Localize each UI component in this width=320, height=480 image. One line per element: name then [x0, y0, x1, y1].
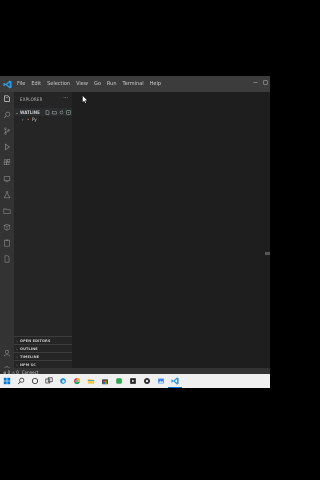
edge-icon[interactable] — [56, 374, 70, 388]
section-npm-scripts[interactable]: › NPM SC — [14, 360, 72, 368]
package-icon[interactable] — [0, 220, 14, 234]
account-icon[interactable] — [0, 346, 14, 360]
file-explorer-icon[interactable] — [84, 374, 98, 388]
cortana-icon[interactable] — [28, 374, 42, 388]
windows-start-icon[interactable] — [0, 374, 14, 388]
vscode-window: File Edit Selection View Go Run Terminal… — [0, 76, 270, 388]
maximize-icon[interactable] — [260, 76, 270, 92]
activity-bar — [0, 92, 14, 384]
section-label: TIMELINE — [20, 354, 40, 359]
menubar: File Edit Selection View Go Run Terminal… — [0, 76, 270, 92]
refresh-icon[interactable] — [58, 109, 64, 115]
minimize-icon[interactable] — [250, 76, 260, 92]
workspace-folder[interactable]: ⌄ WATLINE — [14, 108, 72, 116]
menu-go[interactable]: Go — [91, 76, 104, 92]
section-label: OPEN EDITORS — [20, 338, 51, 343]
section-outline[interactable]: › OUTLINE — [14, 344, 72, 352]
menu-selection[interactable]: Selection — [44, 76, 73, 92]
file-icon[interactable] — [0, 252, 14, 266]
task-view-icon[interactable] — [42, 374, 56, 388]
mouse-cursor-icon — [82, 95, 88, 104]
search-icon[interactable] — [14, 374, 28, 388]
menu-file[interactable]: File — [14, 76, 28, 92]
photos-icon[interactable] — [154, 374, 168, 388]
section-label: NPM SC — [20, 362, 36, 367]
explorer-icon[interactable] — [0, 92, 14, 106]
menu-edit[interactable]: Edit — [28, 76, 44, 92]
app-icon[interactable] — [112, 374, 126, 388]
folder-name: WATLINE — [20, 109, 40, 115]
new-folder-icon[interactable] — [51, 109, 57, 115]
windows-taskbar — [0, 374, 270, 388]
collapse-all-icon[interactable] — [65, 109, 71, 115]
section-open-editors[interactable]: › OPEN EDITORS — [14, 336, 72, 344]
section-timeline[interactable]: › TIMELINE — [14, 352, 72, 360]
section-label: OUTLINE — [20, 346, 38, 351]
editor-area[interactable] — [72, 92, 270, 368]
menu-terminal[interactable]: Terminal — [120, 76, 147, 92]
menu-run[interactable]: Run — [104, 76, 120, 92]
vscode-icon[interactable] — [168, 374, 182, 388]
window-controls — [250, 76, 270, 92]
menu-help[interactable]: Help — [147, 76, 164, 92]
search-icon[interactable] — [0, 108, 14, 122]
vscode-logo-icon — [0, 76, 14, 92]
test-icon[interactable] — [0, 188, 14, 202]
scrollbar-thumb[interactable] — [265, 252, 270, 255]
menu-view[interactable]: View — [73, 76, 91, 92]
folder-icon[interactable] — [0, 204, 14, 218]
run-debug-icon[interactable] — [0, 140, 14, 154]
chrome-icon[interactable] — [70, 374, 84, 388]
file-name: Py — [32, 117, 37, 122]
explorer-sidebar: EXPLORER ··· ⌄ WATLINE › • Py — [14, 92, 72, 368]
remote-icon[interactable] — [0, 172, 14, 186]
store-icon[interactable] — [98, 374, 112, 388]
folder-actions — [44, 109, 71, 115]
clipboard-icon[interactable] — [0, 236, 14, 250]
new-file-icon[interactable] — [44, 109, 50, 115]
obs-icon[interactable] — [140, 374, 154, 388]
extensions-icon[interactable] — [0, 156, 14, 170]
more-actions-icon[interactable]: ··· — [63, 95, 68, 101]
source-control-icon[interactable] — [0, 124, 14, 138]
media-icon[interactable] — [126, 374, 140, 388]
file-tree-item[interactable]: › • Py — [14, 116, 72, 123]
sidebar-sections: › OPEN EDITORS › OUTLINE › TIMELINE › NP… — [14, 336, 72, 368]
